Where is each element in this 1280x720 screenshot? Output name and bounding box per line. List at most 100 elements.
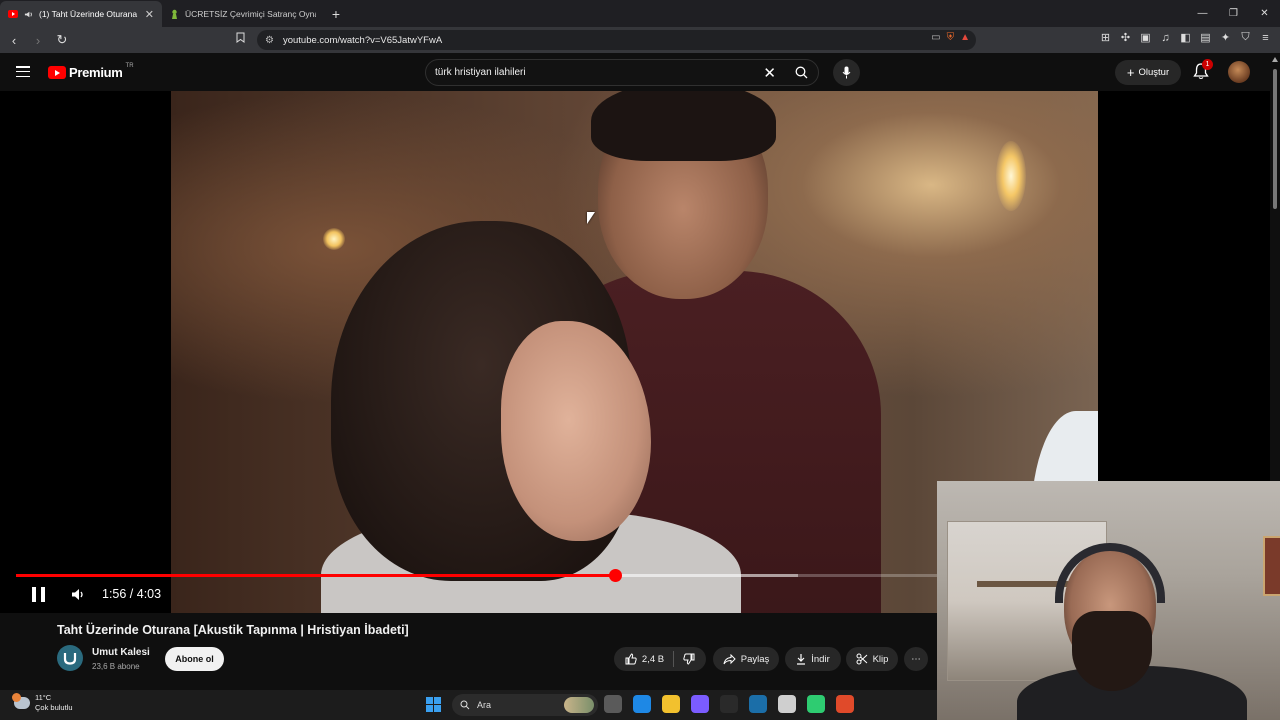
menu-icon[interactable]: ≡ <box>1259 31 1272 44</box>
wallet-icon[interactable]: ▤ <box>1199 31 1212 44</box>
brave-rewards-icon[interactable]: ▲ <box>960 32 970 43</box>
forward-icon[interactable]: › <box>28 30 48 50</box>
scissors-icon <box>856 653 867 665</box>
channel-logo-icon <box>63 653 77 665</box>
search-icon[interactable] <box>795 66 808 79</box>
like-dislike-group: 2,4 B <box>614 647 706 671</box>
search-highlight-image <box>564 697 594 713</box>
omnibox-actions: ▭ ⛨ ▲ <box>931 32 970 43</box>
create-button[interactable]: + Oluştur <box>1115 60 1181 85</box>
translate-icon[interactable]: ⊞ <box>1099 31 1112 44</box>
windows-taskbar: 11°C Çok bulutlu Ara <box>0 690 937 720</box>
youtube-header: Premium TR türk hristiyan ilahileri ✕ + … <box>0 53 1280 91</box>
chess-pawn-icon <box>172 9 177 19</box>
scrubber-handle[interactable] <box>608 569 622 582</box>
youtube-premium-logo[interactable]: Premium TR <box>48 63 134 80</box>
webcam-overlay <box>937 481 1280 720</box>
minimize-icon[interactable]: — <box>1187 0 1218 27</box>
tab-youtube[interactable]: (1) Taht Üzerinde Oturana [Ak ✕ <box>0 1 162 27</box>
time-display: 1:56 / 4:03 <box>102 587 162 601</box>
scroll-up-icon[interactable] <box>1272 57 1278 62</box>
subscribe-button[interactable]: Abone ol <box>165 647 224 671</box>
pause-button[interactable] <box>32 587 46 602</box>
speaker-icon[interactable] <box>24 10 33 19</box>
browser-tab-strip: (1) Taht Üzerinde Oturana [Ak ✕ ÜCRETSİZ… <box>0 0 1280 27</box>
site-settings-icon[interactable]: ⚙ <box>265 35 274 46</box>
task-view-icon[interactable] <box>604 695 622 713</box>
subscriber-count: 23,6 B abone <box>92 662 140 671</box>
taskbar-search[interactable]: Ara <box>452 694 598 716</box>
vpn-icon[interactable]: ⛉ <box>1239 31 1252 44</box>
share-icon <box>723 653 736 664</box>
played-bar <box>16 574 615 577</box>
url-text: youtube.com/watch?v=V65JatwYFwA <box>282 34 443 46</box>
windows-start-icon[interactable] <box>426 697 441 712</box>
brave-shield-icon[interactable]: ⛨ <box>947 32 955 43</box>
close-tab-icon[interactable]: ✕ <box>145 8 154 21</box>
screenshot-icon[interactable]: ▣ <box>1139 31 1152 44</box>
back-icon[interactable]: ‹ <box>4 30 24 50</box>
android-app-icon[interactable] <box>807 695 825 713</box>
media-icon[interactable]: ♫ <box>1159 31 1172 44</box>
clear-search-icon[interactable]: ✕ <box>763 64 776 82</box>
taskbar-search-icon <box>460 700 470 710</box>
webcam-wall-picture <box>1263 536 1280 596</box>
cast-icon[interactable]: ▭ <box>931 32 940 43</box>
close-window-icon[interactable]: ✕ <box>1249 0 1280 27</box>
voice-search-button[interactable] <box>833 59 860 86</box>
like-separator <box>673 651 675 667</box>
search-input[interactable]: türk hristiyan ilahileri ✕ <box>425 59 819 86</box>
tab-title: (1) Taht Üzerinde Oturana [Ak <box>39 9 139 19</box>
address-bar[interactable]: ⚙ youtube.com/watch?v=V65JatwYFwA ▭ ⛨ ▲ <box>257 30 976 50</box>
reload-icon[interactable]: ↻ <box>52 30 72 50</box>
like-icon[interactable] <box>625 653 637 665</box>
app-icon[interactable] <box>720 695 738 713</box>
video-lamp-light <box>323 228 345 250</box>
restore-icon[interactable]: ❐ <box>1218 0 1249 27</box>
volume-icon[interactable] <box>71 588 85 601</box>
tab-chess[interactable]: ÜCRETSİZ Çevrimiçi Satranç Oynayın <box>162 1 324 27</box>
download-label: İndir <box>811 653 830 665</box>
download-button[interactable]: İndir <box>785 647 841 671</box>
microphone-icon <box>842 66 851 79</box>
share-button[interactable]: Paylaş <box>713 647 779 671</box>
account-avatar[interactable] <box>1228 61 1250 83</box>
scrollbar-thumb[interactable] <box>1273 69 1277 209</box>
channel-name[interactable]: Umut Kalesi <box>92 647 150 658</box>
video-title: Taht Üzerinde Oturana [Akustik Tapınma |… <box>57 623 409 637</box>
create-label: Oluştur <box>1138 67 1170 78</box>
dislike-icon[interactable] <box>683 653 695 665</box>
hamburger-menu-icon[interactable] <box>16 66 30 77</box>
cloudy-weather-icon <box>12 693 30 709</box>
file-explorer-icon[interactable] <box>662 695 680 713</box>
steam-icon[interactable] <box>749 695 767 713</box>
youtube-play-icon <box>48 66 66 79</box>
notification-badge: 1 <box>1202 59 1213 70</box>
search-query: türk hristiyan ilahileri <box>435 67 526 78</box>
discord-icon[interactable] <box>691 695 709 713</box>
clip-button[interactable]: Klip <box>846 647 898 671</box>
leo-ai-icon[interactable]: ✦ <box>1219 31 1232 44</box>
browser-toolbar: ‹ › ↻ ⚙ youtube.com/watch?v=V65JatwYFwA … <box>0 27 1280 53</box>
sidebar-icon[interactable]: ◧ <box>1179 31 1192 44</box>
new-tab-button[interactable]: + <box>324 1 348 27</box>
download-icon <box>797 654 806 665</box>
taskbar-apps <box>604 695 854 713</box>
share-label: Paylaş <box>740 653 770 665</box>
plus-icon: + <box>1126 65 1135 80</box>
channel-avatar[interactable] <box>57 645 83 671</box>
edge-icon[interactable] <box>633 695 651 713</box>
brave-browser-icon[interactable] <box>836 695 854 713</box>
extensions-icon[interactable]: ✣ <box>1119 31 1132 44</box>
weather-widget[interactable]: 11°C Çok bulutlu <box>12 693 73 713</box>
like-count[interactable]: 2,4 B <box>642 654 664 665</box>
tab-title: ÜCRETSİZ Çevrimiçi Satranç Oynayın <box>185 9 316 19</box>
logo-word: Premium <box>69 65 123 80</box>
video-bulb-light <box>996 141 1026 211</box>
taskbar-search-label: Ara <box>477 700 492 710</box>
youtube-favicon-icon <box>8 10 18 18</box>
more-actions-button[interactable]: ⋯ <box>904 647 928 671</box>
bookmark-icon[interactable] <box>236 32 245 46</box>
webcam-person-beard <box>1072 611 1152 691</box>
settings-app-icon[interactable] <box>778 695 796 713</box>
